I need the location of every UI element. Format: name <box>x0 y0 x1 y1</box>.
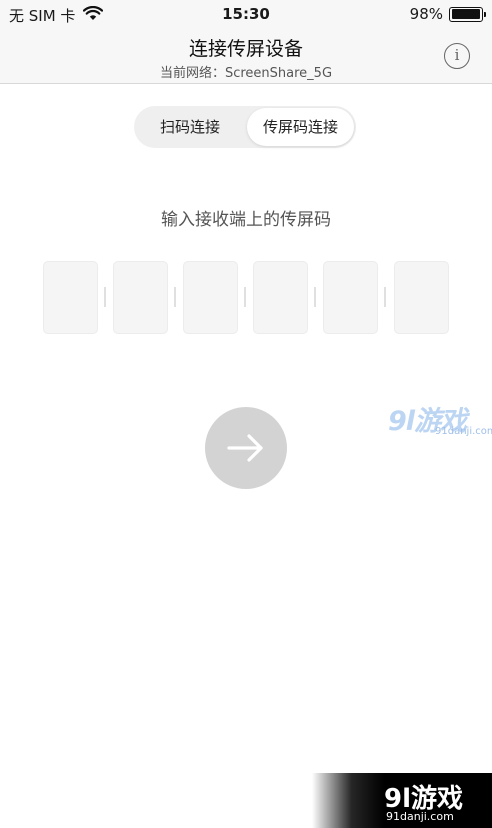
tab-code-connect[interactable]: 传屏码连接 <box>247 108 354 146</box>
watermark-logo: 9l游戏 91danji.com <box>388 399 492 439</box>
code-input-row <box>43 261 449 334</box>
info-button[interactable]: i <box>444 43 470 69</box>
code-digit-input[interactable] <box>183 261 238 334</box>
code-separator <box>244 287 246 307</box>
nav-bar: 连接传屏设备 当前网络：ScreenShare_5G i <box>0 28 492 84</box>
corner-watermark: 9l游戏 91danji.com <box>312 773 492 828</box>
watermark-url: 91danji.com <box>435 426 492 437</box>
code-separator <box>104 287 106 307</box>
page-title: 连接传屏设备 <box>188 38 303 60</box>
network-label: 当前网络：ScreenShare_5G <box>159 66 333 81</box>
code-separator <box>174 287 176 307</box>
code-digit-input[interactable] <box>394 261 449 334</box>
code-digit-input[interactable] <box>323 261 378 334</box>
battery-icon <box>449 6 486 22</box>
code-digit-input[interactable] <box>253 261 308 334</box>
code-separator <box>384 287 386 307</box>
code-digit-input[interactable] <box>113 261 168 334</box>
connection-mode-switch: 扫码连接 传屏码连接 <box>134 106 356 148</box>
battery-fill <box>451 9 480 19</box>
info-icon: i <box>454 46 460 64</box>
tab-scan-connect[interactable]: 扫码连接 <box>134 106 246 148</box>
next-button[interactable] <box>205 407 287 489</box>
battery-percent: 98% <box>409 5 443 23</box>
status-bar: 无 SIM 卡 15:30 98% <box>0 0 492 28</box>
status-right: 98% <box>409 5 486 23</box>
code-separator <box>314 287 316 307</box>
code-instruction: 输入接收端上的传屏码 <box>161 210 331 230</box>
arrow-right-icon <box>227 434 263 462</box>
code-digit-input[interactable] <box>43 261 98 334</box>
corner-watermark-url: 91danji.com <box>386 810 454 823</box>
